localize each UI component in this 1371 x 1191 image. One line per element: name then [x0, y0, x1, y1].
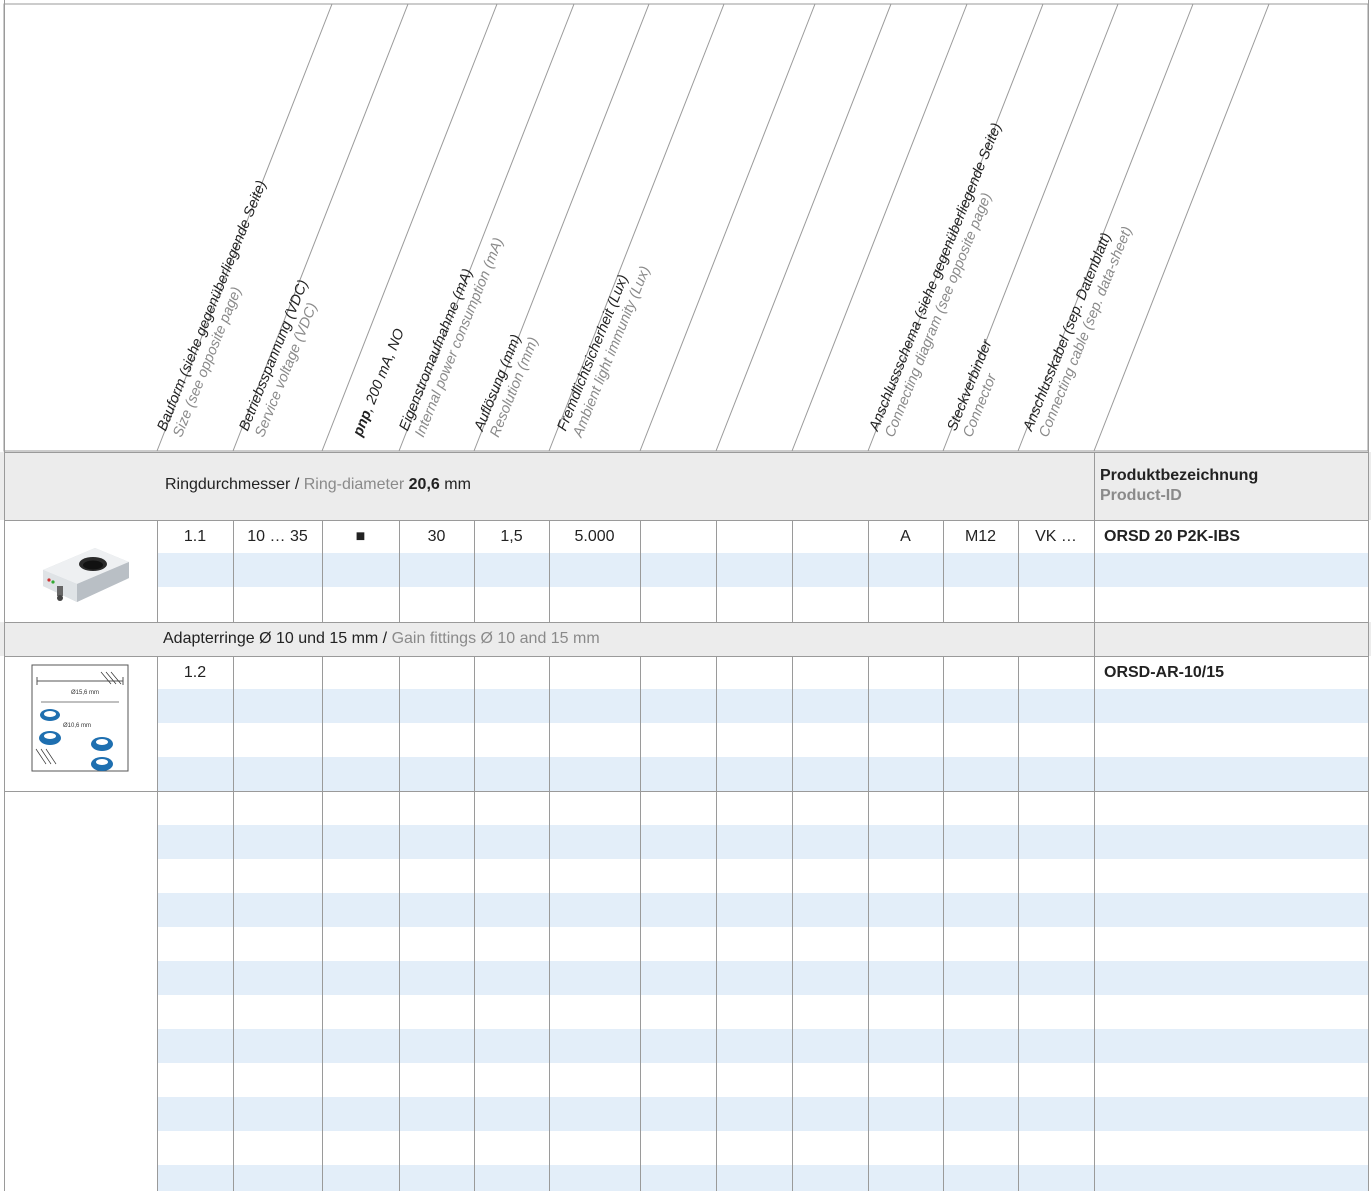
grid-vline [399, 520, 400, 622]
grid-vline [868, 656, 869, 1191]
grid-vline [1368, 0, 1369, 1191]
table-cell [549, 656, 640, 690]
grid-vline [549, 520, 550, 622]
stripe [157, 757, 1369, 791]
table-cell [233, 656, 322, 690]
grid-vline [1094, 656, 1095, 1191]
table-cell: 1,5 [500, 528, 523, 545]
ring-sensor-photo [43, 548, 129, 602]
table-cell [399, 656, 474, 690]
group-title-ring-diameter: Ringdurchmesser / Ring-diameter 20,6 mm [165, 476, 471, 493]
grid-vline [943, 656, 944, 1191]
product-id-cell: ORSD-AR-10/15 [1104, 664, 1225, 681]
stripe [157, 825, 1369, 859]
grid-vline [1018, 656, 1019, 1191]
stripe [157, 961, 1369, 995]
table-cell [640, 520, 716, 554]
table-cell [640, 656, 716, 690]
grid-vline [943, 520, 944, 622]
grid-hline [4, 622, 1368, 623]
stripe [157, 553, 1369, 587]
grid-hline [4, 452, 1368, 453]
grid-vline [233, 520, 234, 622]
stripe [157, 1029, 1369, 1063]
table-cell: 1.1 [183, 528, 207, 545]
table-cell [474, 656, 549, 690]
grid-vline [1094, 452, 1095, 520]
table-cell: 30 [427, 528, 446, 545]
product-id-header: Produktbezeichnung Product-ID [1100, 467, 1259, 504]
header-divider [321, 3, 498, 452]
table-cell: ■ [355, 528, 366, 545]
table-cell [716, 656, 792, 690]
grid-vline [157, 520, 158, 622]
grid-vline [233, 656, 234, 1191]
grid-vline [1094, 520, 1095, 622]
table-cell [792, 520, 868, 554]
grid-vline [792, 520, 793, 622]
stripe [157, 689, 1369, 723]
adapter-rings-drawing: Ø15,6 mm Ø10,6 mm [31, 664, 129, 772]
grid-vline [157, 656, 158, 1191]
grid-vline [549, 656, 550, 1191]
table-cell [322, 656, 399, 690]
table-cell: VK … [1035, 528, 1077, 545]
stripe [157, 1165, 1369, 1191]
table-cell: A [900, 528, 911, 545]
grid-vline [640, 520, 641, 622]
grid-vline [1018, 520, 1019, 622]
table-cell: 10 … 35 [247, 528, 308, 545]
grid-hline [4, 791, 1368, 792]
table-cell [1018, 656, 1094, 690]
stripe [157, 893, 1369, 927]
grid-vline [792, 656, 793, 1191]
grid-vline [1094, 622, 1095, 656]
table-cell [943, 656, 1018, 690]
grid-vline [399, 656, 400, 1191]
group-title-adapter-rings: Adapterringe Ø 10 und 15 mm / Gain fitti… [163, 630, 600, 647]
table-cell: M12 [964, 528, 997, 545]
header-divider [791, 3, 968, 452]
stripe [157, 1097, 1369, 1131]
dim-label-outer: Ø15,6 mm [71, 690, 99, 696]
table-cell [716, 520, 792, 554]
grid-vline [716, 656, 717, 1191]
grid-vline [322, 656, 323, 1191]
grid-vline [868, 520, 869, 622]
grid-vline [474, 520, 475, 622]
table-cell [792, 656, 868, 690]
product-id-cell: ORSD 20 P2K-IBS [1104, 528, 1241, 545]
table-cell: 1.2 [183, 664, 207, 681]
grid-vline [322, 520, 323, 622]
grid-hline [4, 656, 1368, 657]
grid-hline [4, 520, 1368, 521]
header-divider [639, 3, 816, 452]
header-divider [715, 3, 892, 452]
table-cell [868, 656, 943, 690]
grid-vline [716, 520, 717, 622]
grid-vline [474, 656, 475, 1191]
dim-label-inner: Ø10,6 mm [63, 723, 91, 729]
grid-vline [640, 656, 641, 1191]
product-table-sheet: Bauform (siehe gegenüberliegende Seite) … [0, 0, 1371, 1191]
table-cell: 5.000 [574, 528, 615, 545]
grid-vline [4, 0, 5, 1191]
